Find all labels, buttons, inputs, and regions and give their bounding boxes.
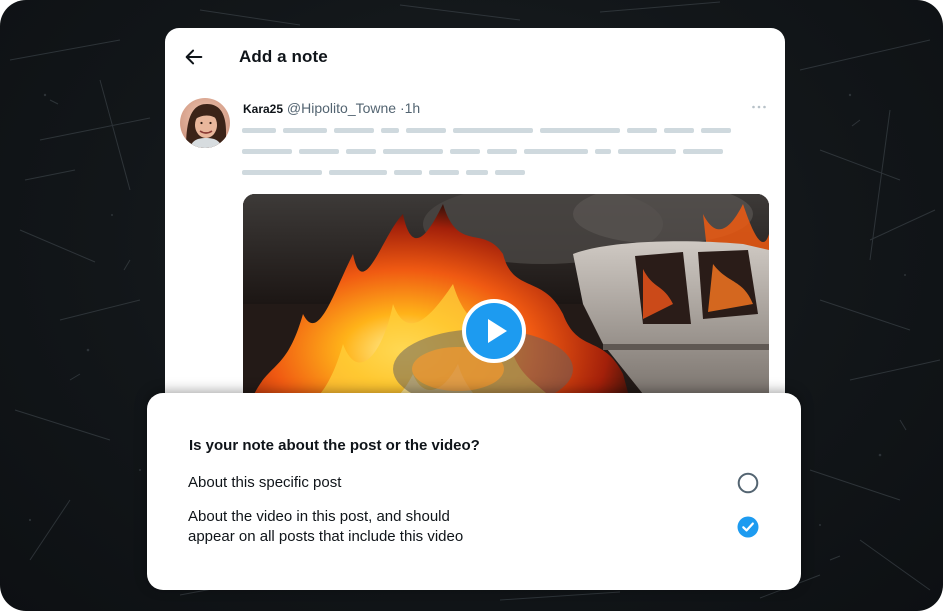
option-video-all-posts[interactable]: About the video in this post, and should… (177, 507, 777, 551)
author-name[interactable]: Kara25 (243, 102, 283, 116)
add-note-card: Add a note Kara25 @Hipolito_Towne ·1h (165, 28, 785, 448)
option-specific-post[interactable]: About this specific post (177, 472, 777, 498)
more-horizontal-icon[interactable] (750, 98, 768, 116)
app-frame: Add a note Kara25 @Hipolito_Towne ·1h Is… (0, 0, 943, 611)
page-title: Add a note (239, 47, 328, 66)
question-title: Is your note about the post or the video… (189, 437, 480, 454)
avatar[interactable] (180, 98, 230, 148)
note-scope-sheet: Is your note about the post or the video… (147, 393, 801, 590)
play-button-icon[interactable] (461, 298, 527, 364)
post-header: Kara25 @Hipolito_Towne ·1h (243, 100, 420, 116)
option-label-line-1: About the video in this post, and should (188, 508, 450, 525)
option-label: About the video in this post, and should… (188, 507, 463, 547)
author-handle[interactable]: @Hipolito_Towne (287, 100, 396, 116)
radio-unselected-icon[interactable] (737, 472, 759, 494)
avatar-image (180, 98, 230, 148)
radio-selected-check-icon[interactable] (737, 516, 759, 538)
option-label-line-2: appear on all posts that include this vi… (188, 528, 464, 545)
option-label: About this specific post (188, 474, 342, 491)
arrow-left-icon[interactable] (183, 46, 205, 68)
post-time: 1h (404, 100, 421, 116)
post-text-placeholder (242, 128, 731, 175)
